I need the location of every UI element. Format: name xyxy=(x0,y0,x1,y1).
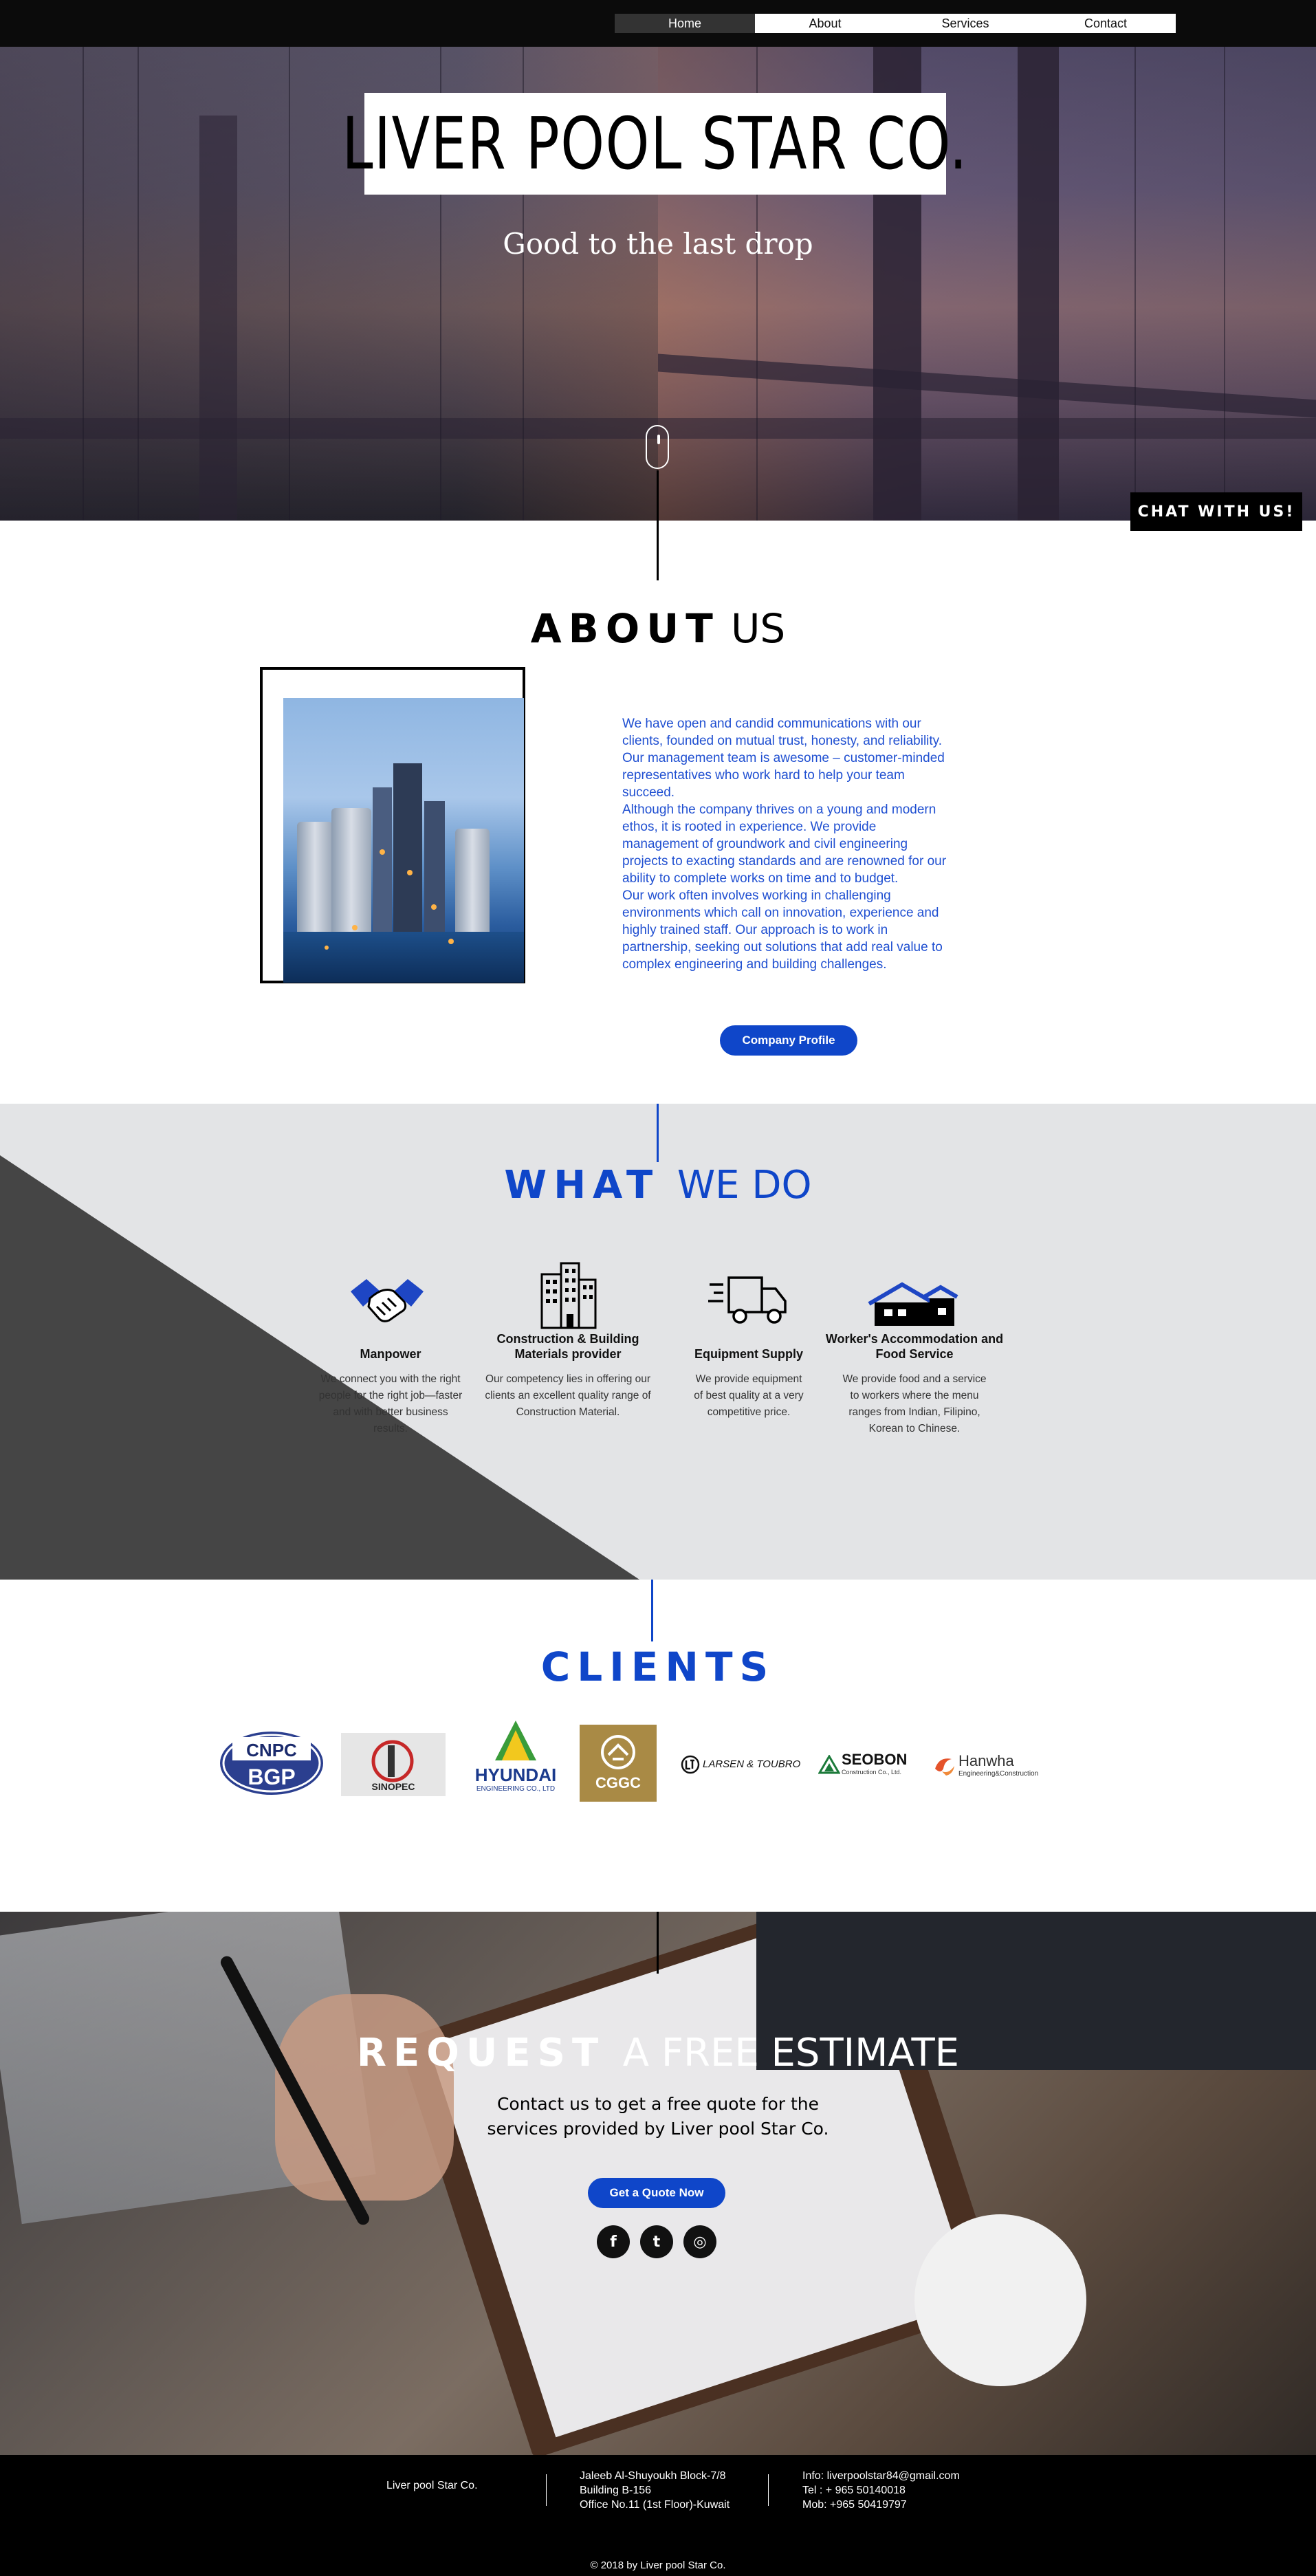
cable xyxy=(1134,47,1136,521)
client-logo-text: HYUNDAI xyxy=(474,1765,557,1785)
factory-image xyxy=(283,698,524,983)
service-construction: Construction & Building Materials provid… xyxy=(475,1331,661,1421)
request-line: services provided by Liver pool Star Co. xyxy=(487,2119,829,2139)
footer-company: Liver pool Star Co. xyxy=(386,2480,478,2491)
service-title: Manpower xyxy=(360,1347,421,1361)
bridge-tower-right-2 xyxy=(1018,47,1059,521)
client-logo-text: Construction Co., Ltd. xyxy=(842,1769,902,1776)
bridge-tower-left xyxy=(199,116,237,521)
client-logo-text: ENGINEERING CO., LTD xyxy=(476,1785,556,1793)
get-quote-button[interactable]: Get a Quote Now xyxy=(588,2178,725,2208)
twitter-icon[interactable]: t xyxy=(640,2225,673,2258)
house-icon xyxy=(866,1282,960,1327)
services-heading: WHAT WE DO xyxy=(0,1162,1316,1208)
client-logo-text: LARSEN & TOUBRO xyxy=(703,1758,801,1770)
delivery-truck-icon xyxy=(708,1272,789,1327)
service-title: Worker's Accommodation and Food Service xyxy=(825,1332,1004,1361)
hero-title-box: LIVER POOL STAR CO. xyxy=(342,93,967,195)
facebook-icon[interactable]: f xyxy=(597,2225,630,2258)
footer-divider xyxy=(546,2474,547,2506)
footer-address-line: Office No.11 (1st Floor)-Kuwait xyxy=(580,2499,730,2511)
service-desc: We provide food and a service to workers… xyxy=(842,1373,987,1434)
cable xyxy=(289,47,290,521)
light xyxy=(352,925,358,930)
cable xyxy=(138,47,139,521)
section-divider-line xyxy=(657,470,659,580)
hero-tagline: Good to the last drop xyxy=(503,227,813,261)
client-logo-text: CNPC xyxy=(246,1740,297,1760)
client-logo-seobon: SEOBON Construction Co., Ltd. xyxy=(818,1749,919,1778)
light xyxy=(431,904,437,910)
services-heading-thin: WE DO xyxy=(677,1163,812,1208)
chat-button[interactable]: CHAT WITH US! xyxy=(1130,492,1302,531)
section-divider-line xyxy=(651,1580,653,1641)
client-logo-text: CGGC xyxy=(595,1774,641,1791)
main-nav: Home About Services Contact xyxy=(615,14,1176,33)
hero-title: LIVER POOL STAR CO. xyxy=(342,102,969,186)
client-logo-larsen-toubro: LARSEN & TOUBRO xyxy=(681,1752,804,1777)
service-desc: We connect you with the right people for… xyxy=(318,1373,463,1434)
scroll-dot xyxy=(657,435,660,444)
footer-address-line: Jaleeb Al-Shuyoukh Block-7/8 xyxy=(580,2470,726,2482)
about-heading: ABOUT US xyxy=(0,605,1316,652)
service-equipment: Equipment Supply We provide equipment of… xyxy=(656,1346,842,1421)
services-heading-bold: WHAT xyxy=(504,1163,660,1208)
service-desc: We provide equipment of best quality at … xyxy=(694,1373,804,1418)
clients-heading: CLIENTS xyxy=(540,1644,776,1690)
service-title: Equipment Supply xyxy=(694,1347,803,1361)
client-logo-sinopec: SINOPEC xyxy=(341,1733,446,1796)
client-logo-cnpc: CNPC BGP xyxy=(219,1730,325,1796)
light xyxy=(380,849,385,855)
footer-contact: Info: liverpoolstar84@gmail.com Tel : + … xyxy=(802,2469,960,2512)
footer-divider xyxy=(768,2474,769,2506)
client-logo-hanwha: Hanwha Engineering&Construction xyxy=(932,1749,1057,1780)
about-heading-bold: ABOUT xyxy=(530,605,720,652)
nav-about[interactable]: About xyxy=(755,14,895,33)
request-line: Contact us to get a free quote for the xyxy=(496,2094,820,2114)
plant-ground xyxy=(283,932,524,983)
scroll-indicator[interactable] xyxy=(646,425,669,469)
service-title: Construction & Building Materials provid… xyxy=(496,1332,639,1361)
instagram-icon[interactable]: ◎ xyxy=(683,2225,716,2258)
about-paragraph: Our work often involves working in chall… xyxy=(622,888,943,972)
coffee-cup xyxy=(914,2214,1086,2386)
request-heading: REQUEST A FREE ESTIMATE xyxy=(0,2030,1316,2075)
client-logo-text: Hanwha xyxy=(958,1752,1014,1769)
buildings-icon xyxy=(538,1260,600,1329)
section-divider-line xyxy=(657,1912,659,1974)
footer-email[interactable]: Info: liverpoolstar84@gmail.com xyxy=(802,2469,960,2483)
footer-address-line: Building B-156 xyxy=(580,2485,652,2496)
section-divider-line xyxy=(657,1104,659,1162)
nav-contact[interactable]: Contact xyxy=(1035,14,1176,33)
client-logo-text: SINOPEC xyxy=(371,1781,415,1792)
nav-services[interactable]: Services xyxy=(895,14,1035,33)
client-logo-text: Engineering&Construction xyxy=(958,1770,1039,1778)
light xyxy=(448,939,454,944)
request-heading-thin: A FREE ESTIMATE xyxy=(622,2031,960,2075)
service-accommodation: Worker's Accommodation and Food Service … xyxy=(822,1331,1007,1437)
about-paragraph: Although the company thrives on a young … xyxy=(622,803,947,886)
about-paragraph: We have open and candid communications w… xyxy=(622,717,945,800)
request-heading-bold: REQUEST xyxy=(356,2031,606,2075)
footer-mob: Mob: +965 50419797 xyxy=(802,2499,907,2511)
client-logo-text: BGP xyxy=(248,1765,296,1789)
service-desc: Our competency lies in offering our clie… xyxy=(485,1373,651,1418)
footer-tel: Tel : + 965 50140018 xyxy=(802,2485,906,2496)
about-text: We have open and candid communications w… xyxy=(622,715,952,973)
footer-copyright: © 2018 by Liver pool Star Co. xyxy=(590,2559,726,2571)
cable xyxy=(1224,47,1225,521)
client-logo-cggc: CGGC xyxy=(580,1725,657,1802)
client-logo-hyundai: HYUNDAI ENGINEERING CO., LTD xyxy=(468,1721,564,1803)
company-profile-button[interactable]: Company Profile xyxy=(720,1025,857,1056)
nav-home[interactable]: Home xyxy=(615,14,755,33)
light xyxy=(407,870,413,875)
request-subtext: Contact us to get a free quote for the s… xyxy=(0,2092,1316,2141)
footer-address: Jaleeb Al-Shuyoukh Block-7/8 Building B-… xyxy=(580,2469,730,2512)
handshake-icon xyxy=(349,1271,425,1329)
cable xyxy=(83,47,84,521)
client-logo-text: SEOBON xyxy=(842,1751,908,1768)
light xyxy=(325,946,329,950)
about-heading-thin: US xyxy=(730,605,786,652)
service-manpower: Manpower We connect you with the right p… xyxy=(298,1346,483,1437)
